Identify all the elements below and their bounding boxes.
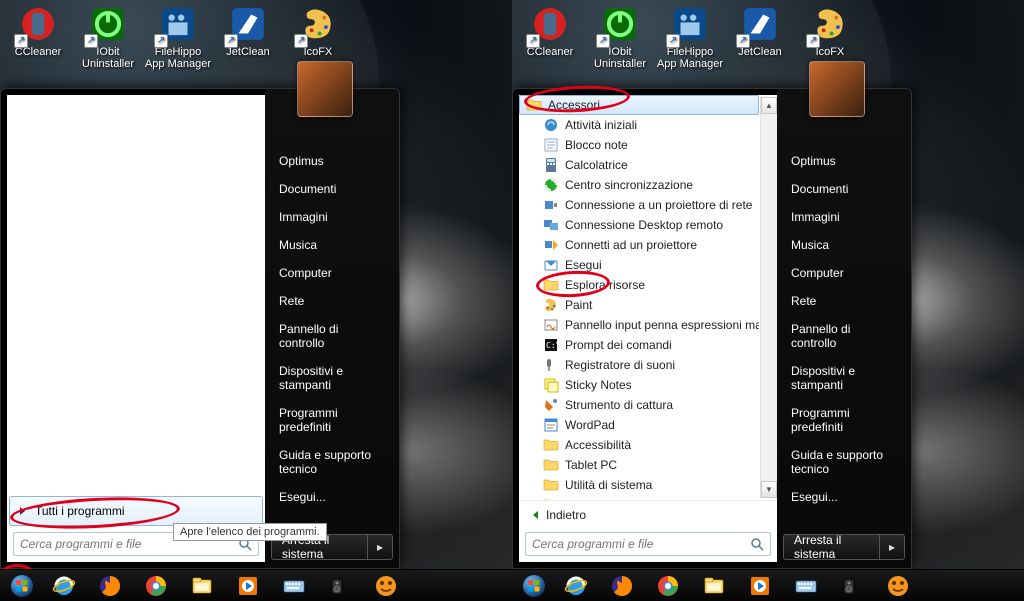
program-folder[interactable]: Tablet PC <box>519 455 759 475</box>
start-button[interactable] <box>2 571 42 601</box>
program-item[interactable]: Attività iniziali <box>519 115 759 135</box>
search-icon <box>750 537 764 551</box>
user-avatar[interactable] <box>809 61 865 117</box>
programs-list[interactable]: Accessori Attività iniziali Blocco note … <box>519 95 777 500</box>
right-item-5[interactable]: Rete <box>265 287 399 315</box>
taskbar <box>512 569 1024 601</box>
desktop-icon-iobit[interactable]: ↗IObit Uninstaller <box>74 4 142 76</box>
right-item-1[interactable]: Documenti <box>777 175 911 203</box>
taskbar <box>0 569 512 601</box>
right-item-9[interactable]: Guida e supporto tecnico <box>265 441 399 483</box>
right-item-2[interactable]: Immagini <box>777 203 911 231</box>
right-item-8[interactable]: Programmi predefiniti <box>777 399 911 441</box>
right-item-1[interactable]: Documenti <box>265 175 399 203</box>
desktop-icon-filehippo[interactable]: ↗FileHippo App Manager <box>144 4 212 76</box>
right-item-2[interactable]: Immagini <box>265 203 399 231</box>
start-menu: Tutti i programmi Optimus Documenti Imma… <box>0 88 400 569</box>
taskbar-speakers[interactable] <box>830 572 874 600</box>
desktop-icon-ccleaner[interactable]: ↗↗CCleaner <box>4 4 72 76</box>
desktop-icon-filehippo[interactable]: ↗FileHippo App Manager <box>656 4 724 76</box>
program-item[interactable]: Registratore di suoni <box>519 355 759 375</box>
program-item[interactable]: Connessione a un proiettore di rete <box>519 195 759 215</box>
taskbar-firefox[interactable] <box>600 572 644 600</box>
start-menu-search[interactable] <box>525 532 771 556</box>
taskbar-chrome[interactable] <box>646 572 690 600</box>
start-menu-recent-programs <box>7 95 265 494</box>
program-item[interactable]: Connetti ad un proiettore <box>519 235 759 255</box>
program-item[interactable]: Esegui <box>519 255 759 275</box>
program-item[interactable]: Sticky Notes <box>519 375 759 395</box>
search-input[interactable] <box>532 537 750 551</box>
program-item-paint[interactable]: Paint <box>519 295 759 315</box>
right-item-4[interactable]: Computer <box>777 259 911 287</box>
shutdown-options-icon[interactable]: ▸ <box>880 540 904 554</box>
shutdown-options-icon[interactable]: ▸ <box>368 540 392 554</box>
screenshot-right: ↗CCleaner ↗IObit Uninstaller ↗FileHippo … <box>512 0 1024 601</box>
taskbar-explorer[interactable] <box>692 572 736 600</box>
taskbar-wmp[interactable] <box>738 572 782 600</box>
taskbar-xnview[interactable] <box>876 572 920 600</box>
program-item[interactable]: Calcolatrice <box>519 155 759 175</box>
right-item-0[interactable]: Optimus <box>265 147 399 175</box>
program-folder-accessori[interactable]: Accessori <box>519 95 759 115</box>
scroll-up-icon[interactable]: ▲ <box>761 97 777 114</box>
taskbar-osk[interactable] <box>272 572 316 600</box>
program-item[interactable]: Centro sincronizzazione <box>519 175 759 195</box>
right-item-5[interactable]: Rete <box>777 287 911 315</box>
program-item[interactable]: Pannello input penna espressioni ma <box>519 315 759 335</box>
screenshot-left: ↗↗CCleaner ↗IObit Uninstaller ↗FileHippo… <box>0 0 512 601</box>
desktop-icon-jetclean[interactable]: ↗JetClean <box>214 4 282 76</box>
taskbar-speakers[interactable] <box>318 572 362 600</box>
all-programs-tooltip: Apre l'elenco dei programmi. <box>173 523 327 541</box>
scroll-down-icon[interactable]: ▼ <box>761 481 777 498</box>
right-item-3[interactable]: Musica <box>777 231 911 259</box>
user-avatar[interactable] <box>297 61 353 117</box>
taskbar-ie[interactable] <box>554 572 598 600</box>
start-menu-right-pane: Optimus Documenti Immagini Musica Comput… <box>777 89 911 568</box>
start-menu: Accessori Attività iniziali Blocco note … <box>512 88 912 569</box>
scrollbar[interactable]: ▲ ▼ <box>760 97 777 498</box>
start-button[interactable] <box>514 571 554 601</box>
right-item-0[interactable]: Optimus <box>777 147 911 175</box>
right-item-10[interactable]: Esegui... <box>265 483 399 511</box>
program-item[interactable]: Esplora risorse <box>519 275 759 295</box>
taskbar-chrome[interactable] <box>134 572 178 600</box>
start-menu-right-pane: Optimus Documenti Immagini Musica Comput… <box>265 89 399 568</box>
program-item[interactable]: Connessione Desktop remoto <box>519 215 759 235</box>
taskbar-explorer[interactable] <box>180 572 224 600</box>
program-item[interactable]: C:\Prompt dei comandi <box>519 335 759 355</box>
right-item-4[interactable]: Computer <box>265 259 399 287</box>
taskbar-ie[interactable] <box>42 572 86 600</box>
right-item-6[interactable]: Pannello di controllo <box>777 315 911 357</box>
shutdown-button[interactable]: Arresta il sistema ▸ <box>783 534 905 560</box>
right-item-6[interactable]: Pannello di controllo <box>265 315 399 357</box>
arrow-right-icon <box>20 507 25 515</box>
back-button[interactable]: Indietro <box>519 500 777 528</box>
desktop-icon-ccleaner[interactable]: ↗CCleaner <box>516 4 584 76</box>
desktop-icon-jetclean[interactable]: ↗JetClean <box>726 4 794 76</box>
taskbar-wmp[interactable] <box>226 572 270 600</box>
program-folder[interactable]: Accessibilità <box>519 435 759 455</box>
desktop-icon-iobit[interactable]: ↗IObit Uninstaller <box>586 4 654 76</box>
program-item[interactable]: WordPad <box>519 415 759 435</box>
svg-text:C:\: C:\ <box>546 341 559 350</box>
right-item-7[interactable]: Dispositivi e stampanti <box>777 357 911 399</box>
right-item-8[interactable]: Programmi predefiniti <box>265 399 399 441</box>
program-item[interactable]: Strumento di cattura <box>519 395 759 415</box>
taskbar-xnview[interactable] <box>364 572 408 600</box>
arrow-left-icon <box>533 511 538 519</box>
right-item-10[interactable]: Esegui... <box>777 483 911 511</box>
right-item-9[interactable]: Guida e supporto tecnico <box>777 441 911 483</box>
program-item[interactable]: Blocco note <box>519 135 759 155</box>
program-folder[interactable]: Utilità di sistema <box>519 475 759 495</box>
right-item-7[interactable]: Dispositivi e stampanti <box>265 357 399 399</box>
all-programs-button[interactable]: Tutti i programmi <box>9 496 263 526</box>
taskbar-osk[interactable] <box>784 572 828 600</box>
program-folder[interactable]: Windows PowerShell <box>519 495 759 500</box>
taskbar-firefox[interactable] <box>88 572 132 600</box>
right-item-3[interactable]: Musica <box>265 231 399 259</box>
